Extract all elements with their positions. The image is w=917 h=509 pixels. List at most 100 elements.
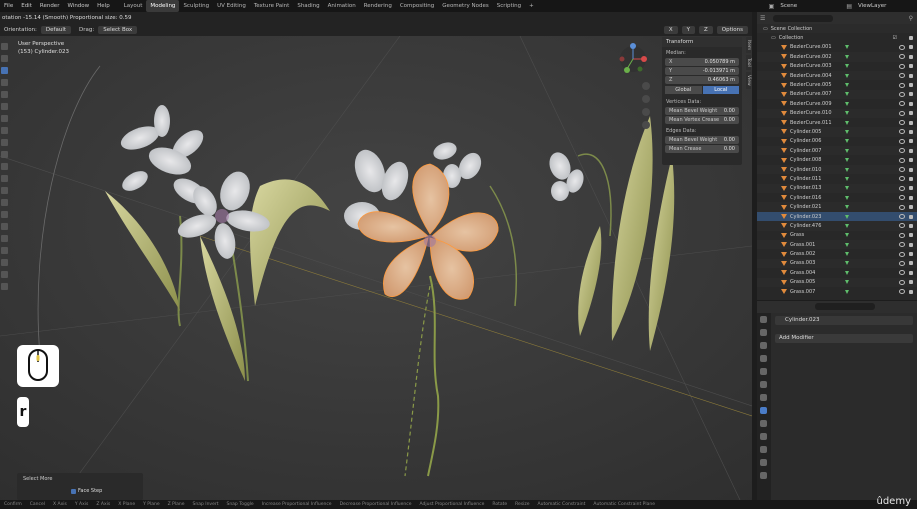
- eye-icon[interactable]: [899, 129, 905, 135]
- eye-icon[interactable]: [899, 63, 905, 69]
- filter-icon[interactable]: ⚲: [909, 15, 913, 22]
- checkbox-icon[interactable]: ☑: [893, 35, 897, 41]
- camera-icon[interactable]: [909, 45, 913, 50]
- workspace-tab-texture-paint[interactable]: Texture Paint: [250, 0, 294, 12]
- median-z-field[interactable]: Z 0.46063 m: [665, 76, 739, 84]
- outliner-item[interactable]: BezierCurve.004: [757, 70, 917, 81]
- outliner-item[interactable]: Cylinder.005: [757, 127, 917, 137]
- outliner-item[interactable]: Grass.002: [757, 249, 917, 258]
- outliner-item[interactable]: BezierCurve.009: [757, 99, 917, 108]
- outliner-item[interactable]: Cylinder.016: [757, 193, 917, 202]
- mesh-data-icon[interactable]: [845, 54, 849, 59]
- menu-edit[interactable]: Edit: [17, 0, 36, 12]
- mesh-data-icon[interactable]: [845, 111, 849, 116]
- mesh-data-icon[interactable]: [845, 186, 849, 191]
- menu-window[interactable]: Window: [63, 0, 93, 12]
- eye-icon[interactable]: [899, 148, 905, 154]
- output-tab-icon[interactable]: [760, 342, 767, 349]
- workspace-tab-compositing[interactable]: Compositing: [396, 0, 438, 12]
- modifier-tab-icon[interactable]: [760, 407, 767, 414]
- eye-icon[interactable]: [899, 138, 905, 144]
- bevel-tool[interactable]: [1, 175, 8, 182]
- outliner-item[interactable]: Cylinder.476: [757, 221, 917, 231]
- local-toggle[interactable]: Local: [702, 86, 739, 94]
- add-cube-tool[interactable]: [1, 139, 8, 146]
- eye-icon[interactable]: [899, 54, 905, 60]
- loop-cut-tool[interactable]: [1, 187, 8, 194]
- outliner-item[interactable]: Grass.001: [757, 239, 917, 250]
- camera-icon[interactable]: [909, 233, 913, 238]
- mesh-data-icon[interactable]: [845, 280, 849, 285]
- outliner-item[interactable]: BezierCurve.002: [757, 52, 917, 62]
- mesh-data-icon[interactable]: [845, 176, 849, 181]
- select-tool[interactable]: [1, 43, 8, 50]
- options-dropdown[interactable]: Options: [716, 26, 748, 34]
- eye-icon[interactable]: [899, 82, 905, 88]
- smooth-tool[interactable]: [1, 235, 8, 242]
- camera-icon[interactable]: [909, 54, 913, 59]
- outliner-item[interactable]: Cylinder.007: [757, 146, 917, 156]
- eye-icon[interactable]: [899, 110, 905, 116]
- mesh-data-icon[interactable]: [845, 261, 849, 266]
- mesh-data-icon[interactable]: [845, 205, 849, 210]
- camera-icon[interactable]: [909, 205, 913, 210]
- outliner-item[interactable]: Grass.007: [757, 287, 917, 296]
- mesh-data-icon[interactable]: [845, 129, 849, 134]
- inset-tool[interactable]: [1, 163, 8, 170]
- mesh-data-icon[interactable]: [845, 83, 849, 88]
- eye-icon[interactable]: [899, 167, 905, 173]
- workspace-tab-scripting[interactable]: Scripting: [493, 0, 525, 12]
- rip-tool[interactable]: [1, 283, 8, 290]
- eye-icon[interactable]: [899, 101, 905, 107]
- median-x-field[interactable]: X 0.050789 m: [665, 58, 739, 66]
- camera-icon[interactable]: [909, 101, 913, 106]
- mesh-data-icon[interactable]: [845, 73, 849, 78]
- 3d-viewport[interactable]: User Perspective (153) Cylinder.023: [0, 36, 752, 500]
- eye-icon[interactable]: [899, 120, 905, 126]
- edge-slide-tool[interactable]: [1, 247, 8, 254]
- axis-z-toggle[interactable]: Z: [698, 26, 713, 34]
- extrude-tool[interactable]: [1, 151, 8, 158]
- camera-icon[interactable]: [909, 64, 913, 69]
- eye-icon[interactable]: [899, 270, 905, 276]
- eye-icon[interactable]: [899, 157, 905, 163]
- tab-tool[interactable]: Tool: [746, 55, 751, 70]
- camera-icon[interactable]: [909, 167, 913, 172]
- mesh-data-icon[interactable]: [845, 101, 849, 106]
- eye-icon[interactable]: [899, 185, 905, 191]
- menu-render[interactable]: Render: [36, 0, 64, 12]
- menu-help[interactable]: Help: [93, 0, 114, 12]
- eye-icon[interactable]: [899, 279, 905, 285]
- tab-item[interactable]: Item: [746, 37, 751, 54]
- mesh-data-icon[interactable]: [845, 223, 849, 228]
- camera-icon[interactable]: [909, 252, 913, 257]
- knife-tool[interactable]: [1, 199, 8, 206]
- tool-tab-icon[interactable]: [760, 316, 767, 323]
- median-y-field[interactable]: Y -0.013971 m: [665, 67, 739, 75]
- face-step-checkbox[interactable]: Face Step: [71, 488, 102, 494]
- material-tab-icon[interactable]: [760, 472, 767, 479]
- view-layer-tab-icon[interactable]: [760, 355, 767, 362]
- transform-tool[interactable]: [1, 103, 8, 110]
- cursor-tool[interactable]: [1, 55, 8, 62]
- eye-icon[interactable]: [899, 223, 905, 229]
- mesh-data-icon[interactable]: [845, 242, 849, 247]
- shrink-tool[interactable]: [1, 259, 8, 266]
- physics-tab-icon[interactable]: [760, 433, 767, 440]
- mesh-data-icon[interactable]: [845, 120, 849, 125]
- eye-icon[interactable]: [899, 195, 905, 201]
- camera-icon[interactable]: [909, 148, 913, 153]
- camera-icon[interactable]: [909, 214, 913, 219]
- mesh-data-icon[interactable]: [845, 148, 849, 153]
- camera-icon[interactable]: [909, 129, 913, 134]
- workspace-tab-layout[interactable]: Layout: [120, 0, 147, 12]
- data-tab-icon[interactable]: [760, 459, 767, 466]
- outliner-item[interactable]: Cylinder.011: [757, 174, 917, 183]
- tab-view[interactable]: View: [746, 72, 751, 89]
- poly-build-tool[interactable]: [1, 211, 8, 218]
- mean-crease-field[interactable]: Mean Crease 0.00: [665, 145, 739, 153]
- camera-icon[interactable]: [909, 223, 913, 228]
- scene-collection-row[interactable]: ▭ Scene Collection: [757, 24, 917, 34]
- mesh-data-icon[interactable]: [845, 167, 849, 172]
- outliner-item[interactable]: Cylinder.023: [757, 211, 917, 222]
